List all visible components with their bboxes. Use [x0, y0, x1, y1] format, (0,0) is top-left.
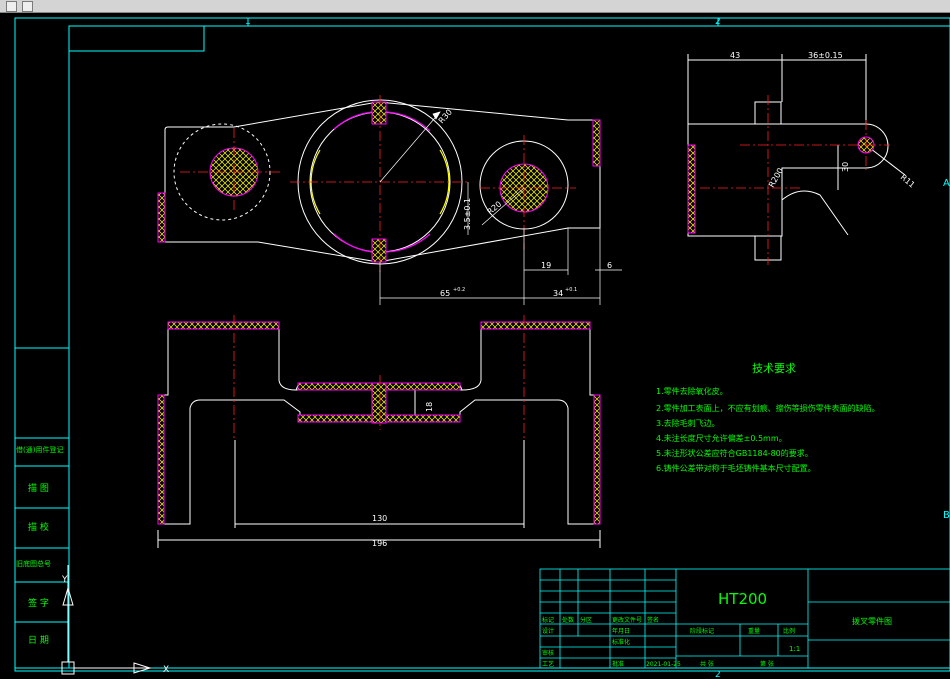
- note-item: 5.未注形状公差应符合GB1184-80的要求。: [656, 448, 813, 458]
- tb-ymd: 年月日: [612, 627, 630, 635]
- side-check: 描 校: [28, 521, 49, 533]
- dim-43: 43: [730, 51, 740, 60]
- dim-196: 196: [372, 539, 387, 548]
- notes-list: 1.零件去除氧化皮。 2.零件加工表面上，不应有划痕、擦伤等损伤零件表面的缺陷。…: [656, 386, 880, 473]
- outer-frame: [14, 17, 950, 672]
- note-item: 6.铸件公差带对称于毛坯铸件基本尺寸配置。: [656, 463, 816, 473]
- tb-sign: 签名: [647, 616, 659, 624]
- ucs-icon: Y X: [61, 565, 169, 675]
- zone-bottom-2: 2: [715, 670, 721, 679]
- tb-count: 处数: [562, 616, 574, 624]
- note-item: 4.未注长度尺寸允许偏差±0.5mm。: [656, 433, 787, 443]
- cad-viewport[interactable]: 1 2 2 A B 借(通)用件登记 描 图 描 校 旧底图总号 签 字 日 期…: [0, 0, 950, 679]
- side-reg: 借(通)用件登记: [16, 445, 63, 454]
- dim-65: 65: [440, 289, 450, 298]
- drawing-name: 拨叉零件图: [852, 616, 892, 626]
- dim-30: 30: [841, 162, 850, 172]
- tb-process: 工艺: [542, 660, 554, 668]
- tb-zone: 分区: [580, 616, 592, 624]
- side-block: [14, 347, 70, 669]
- side-old: 旧底图总号: [16, 559, 51, 568]
- side-date: 日 期: [28, 635, 49, 646]
- tb-stage: 阶段标记: [690, 627, 714, 635]
- side-sign: 签 字: [28, 597, 49, 609]
- tb-mark: 标记: [542, 616, 554, 624]
- dim-130: 130: [372, 514, 387, 523]
- tb-design: 设计: [542, 627, 554, 635]
- svg-text:Y: Y: [61, 575, 68, 585]
- dim-36: 36±0.15: [808, 51, 843, 60]
- dim-3-5: 3.5±0.1: [463, 198, 472, 230]
- side-trace: 描 图: [28, 482, 49, 494]
- front-view: 18 130 196: [157, 315, 601, 548]
- tb-review: 审核: [542, 649, 554, 657]
- dim-r30: R30: [437, 108, 454, 126]
- zone-top-2: 2: [715, 17, 721, 27]
- tb-doc: 更改文件号: [612, 616, 642, 624]
- dim-65-tol: +0.2: [453, 287, 465, 293]
- dim-34-tol: +0.1: [565, 287, 577, 293]
- dim-34: 34: [553, 289, 563, 298]
- scale-value: 1:1: [789, 645, 800, 653]
- note-item: 1.零件去除氧化皮。: [656, 386, 728, 396]
- tb-sheet: 共 张: [700, 660, 714, 668]
- note-item: 2.零件加工表面上，不应有划痕、擦伤等损伤零件表面的缺陷。: [656, 403, 880, 413]
- tb-sheet2: 第 张: [760, 660, 774, 668]
- dim-6: 6: [607, 261, 612, 270]
- zone-right-a: A: [943, 178, 950, 189]
- tb-approve: 批准: [612, 660, 624, 668]
- top-view: R30 R20 3.5±0.1 19 6 65 +0.2 34 +0.1: [157, 95, 622, 305]
- material-label: HT200: [718, 590, 767, 608]
- date-value: 2021-01-25: [646, 661, 681, 668]
- svg-text:X: X: [163, 665, 169, 675]
- note-item: 3.去除毛刺飞边。: [656, 418, 720, 428]
- dim-19: 19: [541, 261, 551, 270]
- zone-top-1: 1: [245, 17, 251, 27]
- notes-title: 技术要求: [752, 362, 796, 375]
- dim-18: 18: [425, 402, 434, 412]
- zone-right-b: B: [943, 510, 950, 521]
- tb-ratio: 比例: [783, 627, 795, 635]
- tb-weight: 重量: [748, 627, 760, 635]
- side-view: 43 36±0.15 30 R11 R200: [687, 51, 917, 265]
- drawing-canvas: 1 2 2 A B 借(通)用件登记 描 图 描 校 旧底图总号 签 字 日 期…: [14, 17, 950, 679]
- tb-std: 标准化: [612, 638, 630, 646]
- dim-r11: R11: [899, 173, 917, 190]
